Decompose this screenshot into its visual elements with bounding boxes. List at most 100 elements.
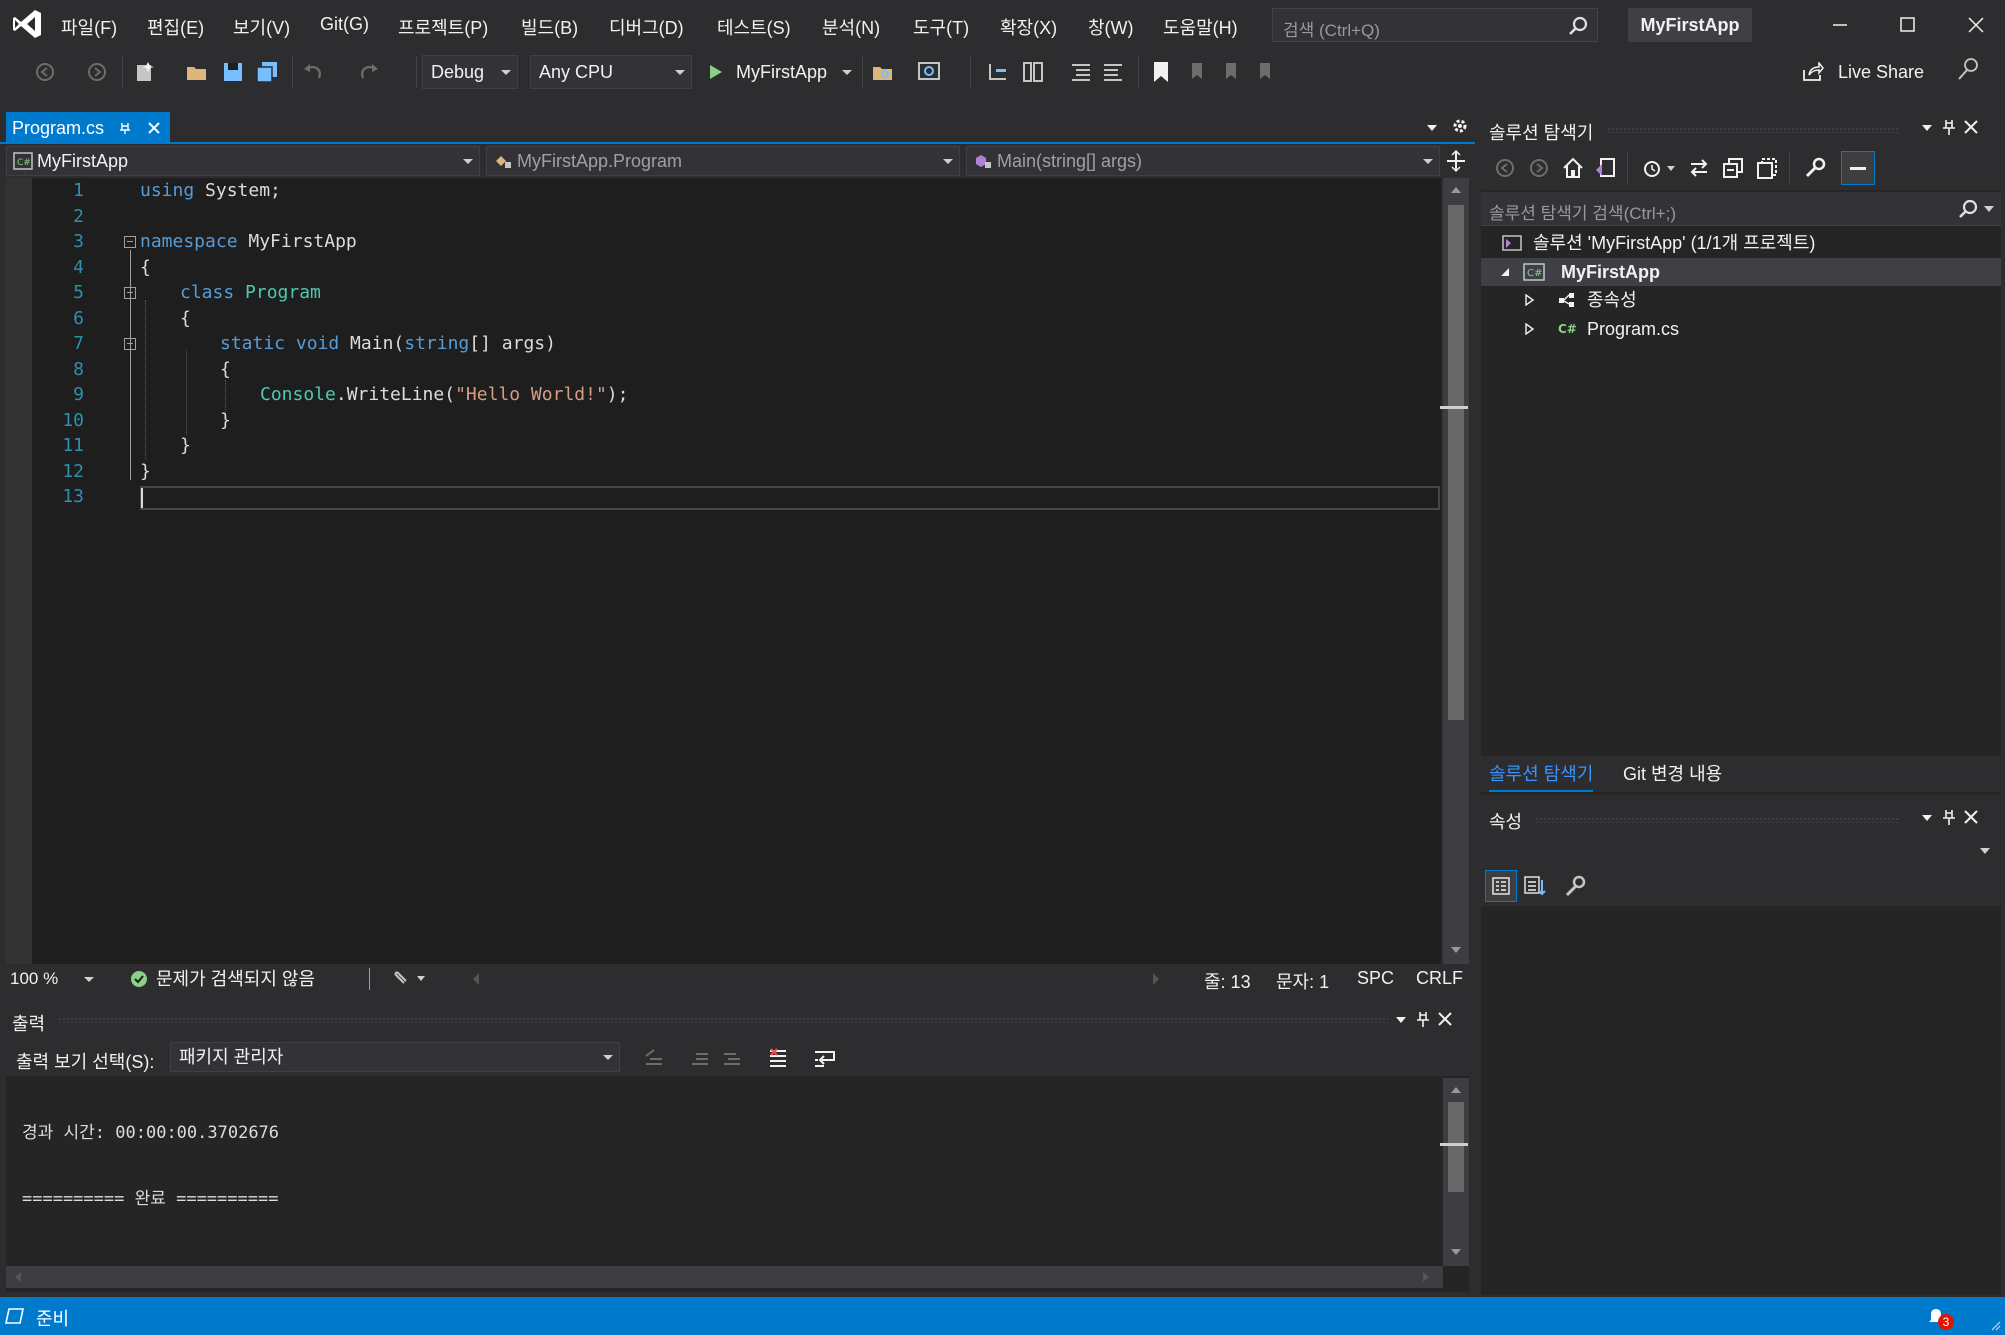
tree-item-solution[interactable]: 솔루션 'MyFirstApp' (1/1개 프로젝트) — [1481, 229, 2001, 257]
pin-icon[interactable] — [118, 121, 132, 135]
menu-extensions[interactable]: 확장(X) — [1000, 14, 1057, 40]
new-project-icon[interactable] — [132, 59, 158, 85]
menu-project[interactable]: 프로젝트(P) — [398, 14, 488, 40]
comment-icon[interactable] — [1068, 59, 1094, 85]
scroll-left-icon[interactable] — [12, 1270, 24, 1284]
scroll-right-icon[interactable] — [1150, 970, 1162, 988]
scroll-down-icon[interactable] — [1448, 1246, 1464, 1258]
whitespace-indicator[interactable]: SPC — [1357, 968, 1394, 989]
resize-grip-icon[interactable] — [1988, 1318, 2002, 1332]
tab-overflow-dropdown-icon[interactable] — [1424, 120, 1440, 136]
drag-grip[interactable] — [1535, 817, 1899, 823]
expanded-triangle-icon[interactable] — [1499, 266, 1511, 278]
show-all-files-icon[interactable] — [1755, 156, 1779, 180]
open-file-icon[interactable] — [184, 59, 210, 85]
output-source-dropdown[interactable]: 패키지 관리자 — [170, 1042, 620, 1072]
output-scroll-thumb[interactable] — [1448, 1102, 1464, 1192]
menu-tools[interactable]: 도구(T) — [913, 14, 969, 40]
maximize-icon[interactable] — [1884, 6, 1930, 44]
menu-analyze[interactable]: 분석(N) — [822, 14, 880, 40]
line-ending-indicator[interactable]: CRLF — [1416, 968, 1463, 989]
redo-icon[interactable] — [356, 59, 382, 85]
chevron-down-icon[interactable] — [842, 70, 852, 75]
step-into-icon[interactable] — [986, 59, 1012, 85]
notifications-button[interactable]: 3 — [1924, 1304, 1960, 1332]
scroll-up-icon[interactable] — [1448, 1084, 1464, 1096]
drag-grip[interactable] — [1607, 127, 1899, 133]
scroll-down-icon[interactable] — [1448, 944, 1464, 956]
alphabetical-icon[interactable] — [1523, 874, 1547, 898]
window-position-icon[interactable] — [1392, 1011, 1410, 1029]
scroll-up-icon[interactable] — [1448, 184, 1464, 196]
step-over-icon[interactable] — [1020, 59, 1046, 85]
save-all-icon[interactable] — [254, 59, 280, 85]
configuration-dropdown[interactable]: Debug — [422, 55, 518, 89]
window-position-icon[interactable] — [1918, 119, 1936, 137]
close-window-icon[interactable] — [1953, 6, 1999, 44]
search-input[interactable]: 검색 (Ctrl+Q) — [1272, 8, 1598, 42]
menu-help[interactable]: 도움말(H) — [1163, 14, 1238, 40]
find-message-icon[interactable] — [642, 1046, 666, 1070]
solution-search-input[interactable]: 솔루션 탐색기 검색(Ctrl+;) — [1481, 192, 2001, 226]
line-indicator[interactable]: 줄: 13 — [1204, 968, 1251, 994]
start-debugging-button[interactable]: MyFirstApp — [702, 55, 854, 89]
sync-icon[interactable] — [1687, 156, 1711, 180]
tree-item-program-cs[interactable]: C# Program.cs — [1481, 315, 2001, 343]
collapsed-triangle-icon[interactable] — [1523, 294, 1535, 306]
preview-selected-items-button[interactable] — [1841, 151, 1875, 185]
output-window-icon[interactable] — [4, 1306, 26, 1326]
close-icon[interactable] — [1962, 118, 1980, 136]
project-dropdown[interactable]: C# MyFirstApp — [6, 146, 480, 176]
feedback-icon[interactable] — [1956, 56, 1982, 82]
uncomment-icon[interactable] — [1100, 59, 1126, 85]
tab-program-cs[interactable]: Program.cs — [6, 112, 170, 144]
column-indicator[interactable]: 문자: 1 — [1276, 968, 1329, 994]
undo-icon[interactable] — [300, 59, 326, 85]
categorized-button[interactable] — [1485, 870, 1517, 902]
drag-grip[interactable] — [58, 1017, 1388, 1023]
menu-test[interactable]: 테스트(S) — [717, 14, 791, 40]
tab-git-changes[interactable]: Git 변경 내용 — [1623, 760, 1722, 786]
code-cleanup-icon[interactable] — [392, 968, 432, 990]
properties-wrench-icon[interactable] — [1803, 156, 1827, 180]
issues-indicator[interactable]: 문제가 검색되지 않음 — [128, 964, 315, 994]
tree-item-project[interactable]: C# MyFirstApp — [1481, 258, 2001, 286]
next-bookmark-icon[interactable] — [1218, 59, 1244, 85]
home-icon[interactable] — [1561, 156, 1585, 180]
navigate-back-icon[interactable] — [32, 59, 58, 85]
menu-window[interactable]: 창(W) — [1088, 14, 1134, 40]
gear-icon[interactable] — [1450, 116, 1470, 136]
menu-file[interactable]: 파일(F) — [61, 14, 117, 40]
editor-scroll-thumb[interactable] — [1448, 205, 1464, 720]
next-message-icon[interactable] — [720, 1046, 744, 1070]
bookmark-icon[interactable] — [1148, 59, 1174, 85]
pin-icon[interactable] — [1940, 808, 1958, 826]
collapsed-triangle-icon[interactable] — [1523, 323, 1535, 335]
platform-dropdown[interactable]: Any CPU — [530, 55, 692, 89]
menu-debug[interactable]: 디버그(D) — [609, 14, 684, 40]
scroll-right-icon[interactable] — [1420, 1270, 1432, 1284]
pin-icon[interactable] — [1940, 118, 1958, 136]
class-dropdown[interactable]: MyFirstApp.Program — [486, 146, 960, 176]
close-icon[interactable] — [1962, 808, 1980, 826]
split-window-icon[interactable] — [1444, 148, 1468, 174]
collapse-namespace-icon[interactable] — [124, 236, 136, 248]
switch-views-icon[interactable] — [1593, 156, 1617, 180]
visual-studio-logo-icon[interactable] — [10, 7, 44, 41]
navigate-forward-icon[interactable] — [84, 59, 110, 85]
collapse-all-icon[interactable] — [1721, 156, 1745, 180]
word-wrap-icon[interactable] — [812, 1046, 838, 1070]
output-text[interactable]: 경과 시간: 00:00:00.3702676 ========== 완료 ==… — [22, 1078, 279, 1232]
member-dropdown[interactable]: Main(string[] args) — [966, 146, 1440, 176]
pin-icon[interactable] — [1414, 1010, 1432, 1028]
menu-git[interactable]: Git(G) — [320, 14, 369, 35]
save-icon[interactable] — [220, 59, 246, 85]
close-icon[interactable] — [1436, 1010, 1454, 1028]
tab-solution-explorer[interactable]: 솔루션 탐색기 — [1489, 760, 1594, 792]
property-pages-icon[interactable] — [1563, 874, 1587, 898]
browser-link-icon[interactable] — [916, 59, 942, 85]
menu-build[interactable]: 빌드(B) — [521, 14, 578, 40]
previous-bookmark-icon[interactable] — [1184, 59, 1210, 85]
forward-icon[interactable] — [1527, 156, 1551, 180]
menu-view[interactable]: 보기(V) — [233, 14, 290, 40]
